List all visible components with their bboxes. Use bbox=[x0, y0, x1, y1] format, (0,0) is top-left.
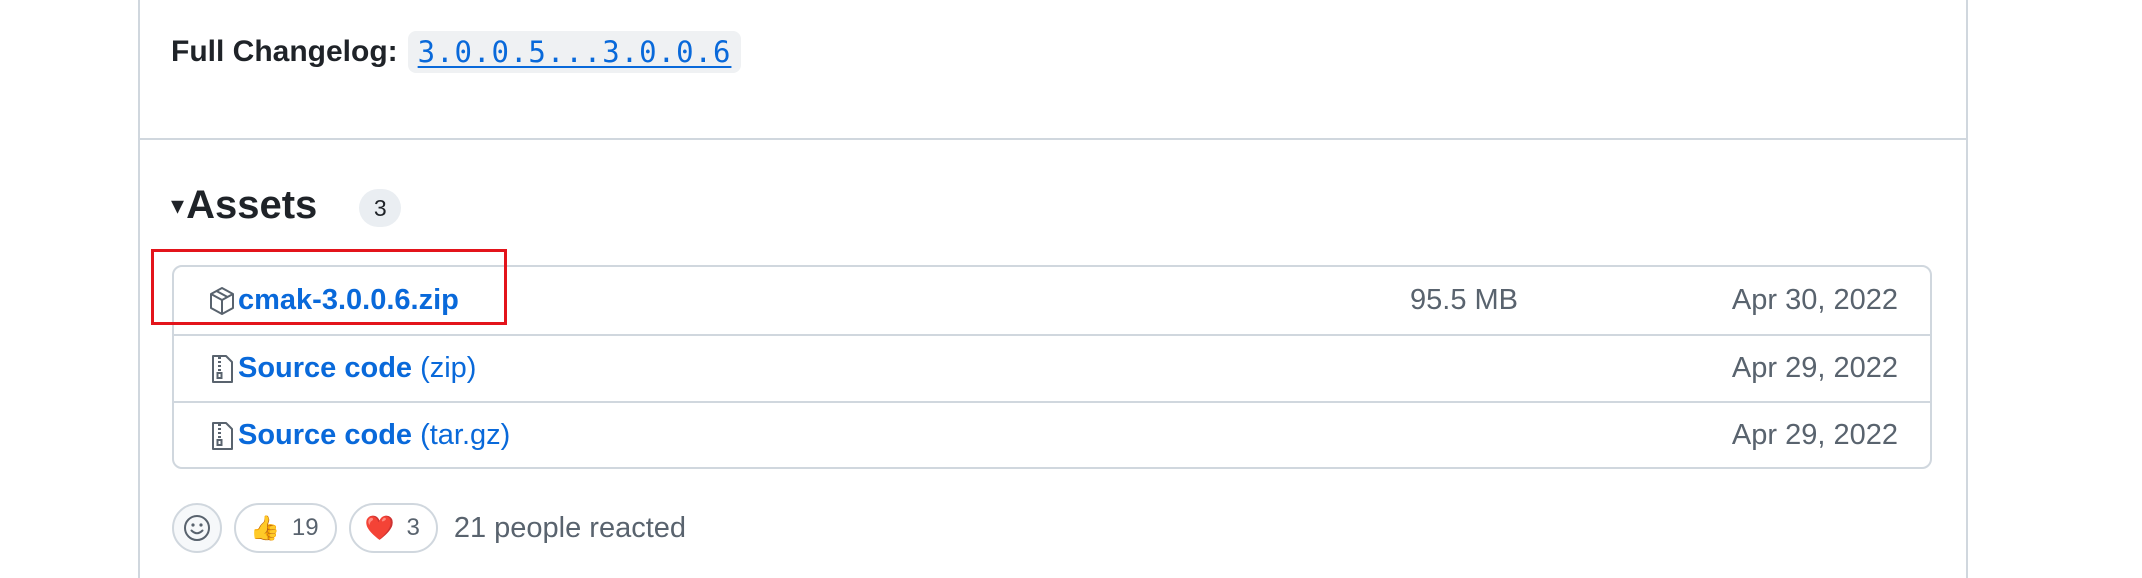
section-divider bbox=[138, 138, 1968, 140]
source-code-zip-link[interactable]: Source code (zip) bbox=[238, 352, 476, 385]
source-code-targz-link[interactable]: Source code (tar.gz) bbox=[238, 419, 510, 452]
reactions-summary: 21 people reacted bbox=[453, 511, 687, 544]
reaction-count: 19 bbox=[291, 514, 319, 541]
add-reaction-button[interactable] bbox=[172, 503, 222, 553]
heart-icon: ❤️ bbox=[364, 514, 395, 542]
assets-toggle[interactable]: ▾ Assets 3 bbox=[171, 178, 402, 232]
asset-row: Source code (zip) Apr 29, 2022 bbox=[174, 334, 1930, 401]
smiley-icon bbox=[184, 515, 210, 541]
asset-date: Apr 30, 2022 bbox=[1731, 284, 1898, 316]
file-zip-icon bbox=[212, 354, 233, 383]
reactions-bar: 👍 19 ❤️ 3 21 people reacted bbox=[172, 502, 686, 554]
asset-name: Source code bbox=[238, 419, 413, 451]
thumbs-up-icon: 👍 bbox=[250, 514, 280, 542]
thumbs-up-reaction-button[interactable]: 👍 19 bbox=[234, 503, 337, 553]
caret-down-icon: ▾ bbox=[171, 189, 185, 220]
heart-reaction-button[interactable]: ❤️ 3 bbox=[348, 503, 438, 553]
asset-row: Source code (tar.gz) Apr 29, 2022 bbox=[174, 401, 1930, 467]
highlight-annotation bbox=[151, 249, 507, 325]
asset-date: Apr 29, 2022 bbox=[1731, 419, 1898, 451]
file-zip-icon bbox=[212, 421, 233, 450]
assets-title: Assets bbox=[186, 182, 318, 227]
changelog-label: Full Changelog: bbox=[171, 35, 398, 68]
changelog-compare-link[interactable]: 3.0.0.5...3.0.0.6 bbox=[407, 31, 742, 73]
asset-name: Source code bbox=[238, 352, 413, 384]
assets-count-badge: 3 bbox=[359, 189, 402, 227]
asset-date: Apr 29, 2022 bbox=[1731, 352, 1898, 384]
reaction-count: 3 bbox=[406, 514, 420, 541]
asset-format: (tar.gz) bbox=[420, 419, 511, 451]
asset-size: 95.5 MB bbox=[1410, 284, 1518, 316]
asset-format: (zip) bbox=[420, 352, 477, 384]
full-changelog: Full Changelog: 3.0.0.5...3.0.0.6 bbox=[171, 30, 742, 74]
